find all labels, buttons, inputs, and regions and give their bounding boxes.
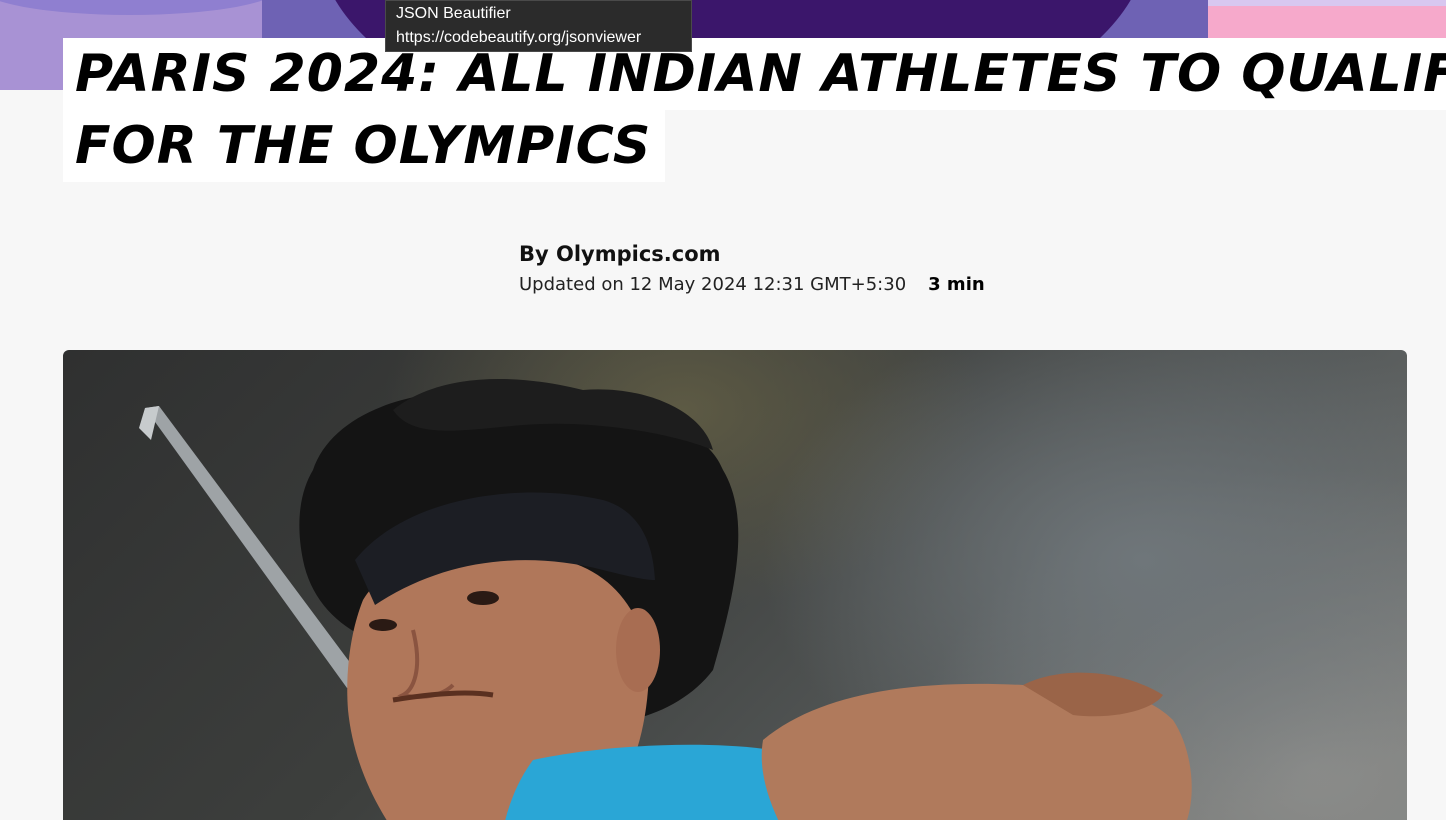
athlete-eye-left <box>369 619 397 631</box>
hero-image <box>63 350 1407 820</box>
hero-illustration <box>139 378 1192 820</box>
banner-stripe <box>1208 0 1446 6</box>
updated-timestamp: Updated on 12 May 2024 12:31 GMT+5:30 <box>519 274 907 295</box>
athlete-eye-right <box>467 591 499 605</box>
tooltip-url: https://codebeautify.org/jsonviewer <box>396 29 642 46</box>
tooltip-title: JSON Beautifier <box>396 5 511 22</box>
read-time: 3 min <box>928 274 985 295</box>
article-headline: PARIS 2024: ALL INDIAN ATHLETES TO QUALI… <box>63 38 1446 182</box>
article-page: PARIS 2024: ALL INDIAN ATHLETES TO QUALI… <box>0 0 1446 820</box>
article-meta: Updated on 12 May 2024 12:31 GMT+5:30 3 m… <box>519 270 985 300</box>
article-byline: By Olympics.com Updated on 12 May 2024 1… <box>519 238 985 300</box>
author-link[interactable]: By Olympics.com <box>519 238 985 270</box>
headline-line-1: PARIS 2024: ALL INDIAN ATHLETES TO QUALI… <box>63 38 1446 110</box>
headline-line-2: FOR THE OLYMPICS <box>63 110 666 182</box>
athlete-ear <box>616 608 660 692</box>
browser-tooltip: JSON Beautifier https://codebeautify.org… <box>385 0 692 52</box>
